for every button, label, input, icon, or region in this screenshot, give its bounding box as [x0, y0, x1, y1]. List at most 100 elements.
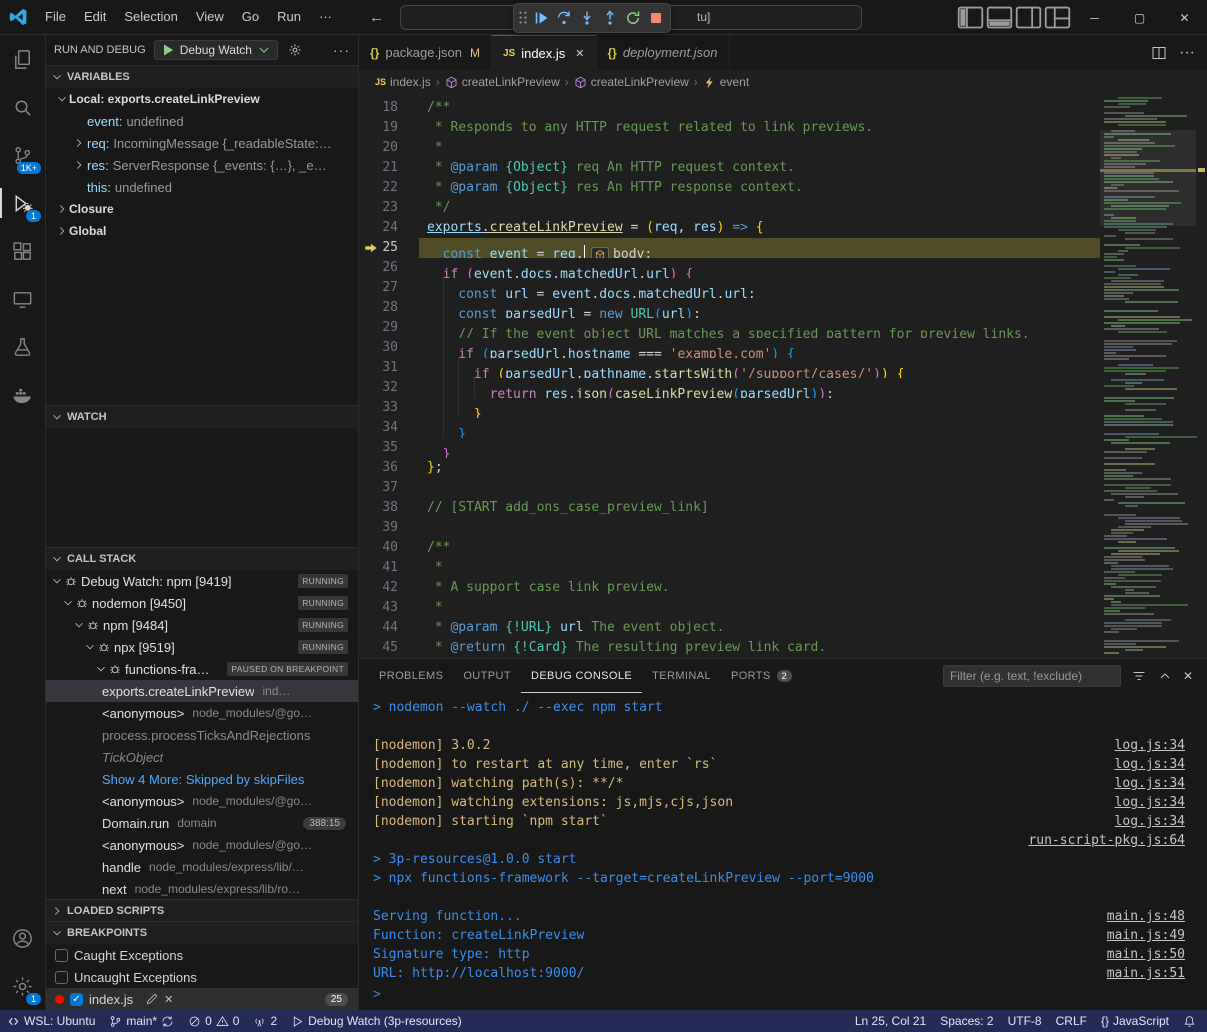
close-panel-icon[interactable]: ✕: [1183, 669, 1193, 683]
code-line[interactable]: 19 * Responds to any HTTP request relate…: [359, 118, 1207, 138]
code-line[interactable]: 44 * @param {!URL} url The event object.: [359, 618, 1207, 638]
code-line[interactable]: 31if (parsedUrl.pathname.startsWith('/su…: [359, 358, 1207, 378]
variables-scope[interactable]: Closure: [46, 198, 358, 220]
code-editor[interactable]: 1718/**19 * Responds to any HTTP request…: [359, 94, 1207, 658]
menu-selection[interactable]: Selection: [115, 5, 186, 29]
line-number-gutter[interactable]: 38: [359, 498, 419, 518]
checkbox[interactable]: [55, 949, 68, 962]
variables-header[interactable]: VARIABLES: [46, 66, 358, 88]
tab-index.js[interactable]: JSindex.js✕: [492, 35, 597, 70]
code-line[interactable]: 28const parsedUrl = new URL(url);: [359, 298, 1207, 318]
problems-indicator[interactable]: 0 0: [181, 1010, 246, 1032]
callstack-session[interactable]: npm [9484]RUNNING: [46, 614, 358, 636]
tab-package.json[interactable]: {}package.jsonM: [359, 35, 492, 70]
filter-icon[interactable]: [1131, 668, 1147, 684]
code-line[interactable]: 40/**: [359, 538, 1207, 558]
source-link[interactable]: log.js:34: [1115, 774, 1207, 793]
callstack-frame[interactable]: handlenode_modules/express/lib/…: [46, 856, 358, 878]
breadcrumb-item[interactable]: JSindex.js: [375, 75, 431, 89]
source-link[interactable]: run-script-pkg.js:64: [1028, 831, 1207, 850]
callstack-frame[interactable]: Domain.rundomain388:15: [46, 812, 358, 834]
line-number-gutter[interactable]: 22: [359, 178, 419, 198]
callstack-session[interactable]: nodemon [9450]RUNNING: [46, 592, 358, 614]
panel-tab-debug-console[interactable]: DEBUG CONSOLE: [521, 659, 642, 693]
editor-more-actions-icon[interactable]: ···: [1179, 44, 1195, 62]
toggle-secondary-sidebar-icon[interactable]: [1014, 0, 1043, 35]
code-line[interactable]: 38// [START add_ons_case_preview_link]: [359, 498, 1207, 518]
checkbox[interactable]: [55, 971, 68, 984]
line-number-gutter[interactable]: 25: [359, 238, 419, 258]
customize-layout-icon[interactable]: [1043, 0, 1072, 35]
sync-icon[interactable]: [161, 1015, 174, 1028]
activity-item-extensions[interactable]: [0, 227, 45, 275]
remove-breakpoint-icon[interactable]: ✕: [164, 993, 173, 1006]
menu-file[interactable]: File: [36, 5, 75, 29]
code-line[interactable]: 26if (event.docs.matchedUrl.url) {: [359, 258, 1207, 278]
line-number-gutter[interactable]: 31: [359, 358, 419, 378]
code-line[interactable]: 35}: [359, 438, 1207, 458]
line-number-gutter[interactable]: 37: [359, 478, 419, 498]
activity-item-testing[interactable]: [0, 323, 45, 371]
loaded-scripts-header[interactable]: LOADED SCRIPTS: [46, 900, 358, 921]
panel-tab-output[interactable]: OUTPUT: [453, 659, 521, 693]
maximize-button[interactable]: ▢: [1117, 0, 1162, 35]
toggle-sidebar-icon[interactable]: [956, 0, 985, 35]
breadcrumb-item[interactable]: createLinkPreview: [574, 75, 689, 89]
minimize-button[interactable]: ─: [1072, 0, 1117, 35]
line-number-gutter[interactable]: 40: [359, 538, 419, 558]
variable-row[interactable]: event:undefined: [46, 110, 358, 132]
activity-item-search[interactable]: [0, 83, 45, 131]
line-number-gutter[interactable]: 21: [359, 158, 419, 178]
cursor-position[interactable]: Ln 25, Col 21: [848, 1010, 933, 1032]
step-out-button[interactable]: [598, 6, 621, 30]
code-line[interactable]: 18/**: [359, 98, 1207, 118]
debug-console[interactable]: > nodemon --watch ./ --exec npm start[no…: [359, 693, 1207, 1010]
checkbox[interactable]: ✓: [70, 993, 83, 1006]
line-number-gutter[interactable]: 27: [359, 278, 419, 298]
launch-config-dropdown[interactable]: Debug Watch: [154, 40, 278, 60]
command-center[interactable]: tu]: [400, 5, 862, 30]
code-line[interactable]: 25const event = req.body;: [359, 238, 1207, 258]
breadcrumb-item[interactable]: createLinkPreview: [445, 75, 560, 89]
line-number-gutter[interactable]: 20: [359, 138, 419, 158]
step-over-button[interactable]: [552, 6, 575, 30]
line-number-gutter[interactable]: 18: [359, 98, 419, 118]
breadcrumb-item[interactable]: event: [703, 75, 749, 89]
code-line[interactable]: 27const url = event.docs.matchedUrl.url;: [359, 278, 1207, 298]
code-line[interactable]: 43 *: [359, 598, 1207, 618]
toggle-panel-icon[interactable]: [985, 0, 1014, 35]
line-number-gutter[interactable]: 36: [359, 458, 419, 478]
callstack-frame[interactable]: process.processTicksAndRejections: [46, 724, 358, 746]
variable-row[interactable]: this:undefined: [46, 176, 358, 198]
line-number-gutter[interactable]: 28: [359, 298, 419, 318]
variables-scope[interactable]: Local: exports.createLinkPreview: [46, 88, 358, 110]
suggestion-symbol-icon[interactable]: [591, 247, 609, 258]
panel-tab-ports[interactable]: PORTS2: [721, 659, 802, 693]
line-number-gutter[interactable]: 34: [359, 418, 419, 438]
line-number-gutter[interactable]: 35: [359, 438, 419, 458]
start-debugging-icon[interactable]: [160, 42, 176, 58]
code-line[interactable]: 42 * A support case link preview.: [359, 578, 1207, 598]
panel-tab-problems[interactable]: PROBLEMS: [369, 659, 453, 693]
variable-row[interactable]: req:IncomingMessage {_readableState:…: [46, 132, 358, 154]
source-link[interactable]: log.js:34: [1115, 736, 1207, 755]
activity-item-accounts[interactable]: [0, 914, 45, 962]
code-line[interactable]: 36};: [359, 458, 1207, 478]
variable-row[interactable]: res:ServerResponse {_events: {…}, _e…: [46, 154, 358, 176]
callstack-frame[interactable]: TickObject: [46, 746, 358, 768]
callstack-session[interactable]: Debug Watch: npm [9419]RUNNING: [46, 570, 358, 592]
menu-go[interactable]: Go: [233, 5, 268, 29]
source-link[interactable]: main.js:49: [1107, 926, 1207, 945]
stop-button[interactable]: [644, 6, 667, 30]
back-arrow-icon[interactable]: ←: [369, 9, 384, 26]
source-link[interactable]: main.js:50: [1107, 945, 1207, 964]
line-number-gutter[interactable]: 32: [359, 378, 419, 398]
indentation-indicator[interactable]: Spaces: 2: [933, 1010, 1000, 1032]
breakpoint-row[interactable]: Caught Exceptions: [46, 944, 358, 966]
split-editor-icon[interactable]: [1151, 45, 1167, 61]
activity-item-remote-explorer[interactable]: [0, 275, 45, 323]
code-line[interactable]: 39: [359, 518, 1207, 538]
menu-view[interactable]: View: [187, 5, 233, 29]
code-line[interactable]: 34}: [359, 418, 1207, 438]
line-number-gutter[interactable]: 45: [359, 638, 419, 658]
